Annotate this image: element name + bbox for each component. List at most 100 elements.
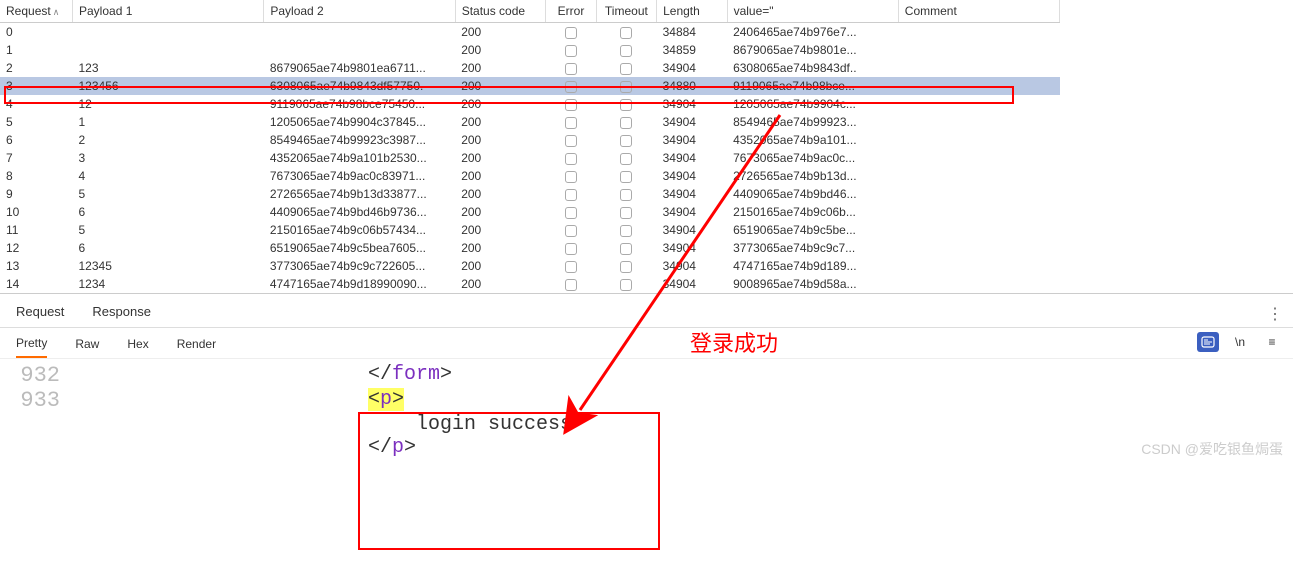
table-body: 0200348842406465ae74b976e7...12003485986… [0,23,1060,294]
view-controls: \n ≡ [1197,332,1283,352]
checkbox-icon [565,189,577,201]
header-row: Request∧ Payload 1 Payload 2 Status code… [0,0,1060,23]
cell-length: 34904 [657,59,727,77]
checkbox-icon [565,171,577,183]
cell-error [546,149,596,167]
code-line-close-p: </p> [0,436,1293,459]
checkbox-icon [565,27,577,39]
cell-payload1: 4 [73,167,264,185]
cell-status: 200 [455,95,546,113]
cell-length: 34904 [657,95,727,113]
checkbox-icon [620,171,632,183]
cell-timeout [596,257,656,275]
tab-pretty[interactable]: Pretty [16,336,47,358]
cell-payload1: 1 [73,113,264,131]
table-row[interactable]: 21238679065ae74b9801ea6711...20034904630… [0,59,1060,77]
cell-comment [898,23,1059,42]
col-length[interactable]: Length [657,0,727,23]
cell-payload1: 2 [73,131,264,149]
cell-error [546,275,596,293]
table-row[interactable]: 847673065ae74b9ac0c83971...2003490427265… [0,167,1060,185]
cell-request: 11 [0,221,73,239]
newline-toggle[interactable]: \n [1229,332,1251,352]
table-row[interactable]: 1152150165ae74b9c06b57434...200349046519… [0,221,1060,239]
cell-status: 200 [455,131,546,149]
cell-payload2: 3773065ae74b9c9c722605... [264,257,455,275]
cell-length: 34904 [657,131,727,149]
cell-status: 200 [455,41,546,59]
table-row[interactable]: 31234566308065ae74b9843df57750.200348809… [0,77,1060,95]
cell-length: 34904 [657,239,727,257]
col-payload2[interactable]: Payload 2 [264,0,455,23]
cell-timeout [596,203,656,221]
cell-comment [898,95,1059,113]
col-error[interactable]: Error [546,0,596,23]
cell-timeout [596,239,656,257]
col-value[interactable]: value=" [727,0,898,23]
cell-comment [898,221,1059,239]
cell-value: 3773065ae74b9c9c7... [727,239,898,257]
table-row[interactable]: 4129119065ae74b98bce75450...200349041205… [0,95,1060,113]
cell-payload1: 6 [73,203,264,221]
code-line-content: login success [0,413,1293,436]
lower-panel: Request Response ⋮ Pretty Raw Hex Render… [0,294,1293,463]
cell-value: 6308065ae74b9843df.. [727,59,898,77]
cell-comment [898,59,1059,77]
cell-error [546,131,596,149]
table-row[interactable]: 1064409065ae74b9bd46b9736...200349042150… [0,203,1060,221]
tab-hex[interactable]: Hex [127,337,148,357]
cell-payload2: 4409065ae74b9bd46b9736... [264,203,455,221]
cell-error [546,167,596,185]
view-mode-icon[interactable] [1197,332,1219,352]
cell-comment [898,149,1059,167]
cell-length: 34904 [657,221,727,239]
table-row[interactable]: 734352065ae74b9a101b2530...2003490476730… [0,149,1060,167]
table-row[interactable]: 0200348842406465ae74b976e7... [0,23,1060,42]
tab-raw[interactable]: Raw [75,337,99,357]
table-row[interactable]: 1200348598679065ae74b9801e... [0,41,1060,59]
code-content: </p> [368,436,416,459]
cell-payload1: 6 [73,239,264,257]
cell-comment [898,113,1059,131]
code-content: </form> [368,363,452,386]
table-row[interactable]: 13123453773065ae74b9c9c722605...20034904… [0,257,1060,275]
cell-request: 8 [0,167,73,185]
cell-length: 34904 [657,203,727,221]
table-row[interactable]: 1412344747165ae74b9d18990090...200349049… [0,275,1060,293]
cell-timeout [596,77,656,95]
checkbox-icon [620,279,632,291]
cell-status: 200 [455,239,546,257]
col-comment[interactable]: Comment [898,0,1059,23]
response-code-view[interactable]: 932 </form> 933 <p> login success </p> [0,359,1293,463]
table-row[interactable]: 511205065ae74b9904c37845...2003490485494… [0,113,1060,131]
sub-tabs: Pretty Raw Hex Render \n ≡ [0,328,1293,359]
cell-length: 34904 [657,257,727,275]
col-status[interactable]: Status code [455,0,546,23]
col-timeout[interactable]: Timeout [596,0,656,23]
tab-request[interactable]: Request [16,304,64,327]
code-content: <p> [368,388,404,411]
col-payload1[interactable]: Payload 1 [73,0,264,23]
cell-request: 5 [0,113,73,131]
cell-status: 200 [455,275,546,293]
checkbox-icon [565,243,577,255]
cell-timeout [596,221,656,239]
cell-value: 6519065ae74b9c5be... [727,221,898,239]
cell-timeout [596,23,656,42]
checkbox-icon [565,225,577,237]
hamburger-icon[interactable]: ≡ [1261,332,1283,352]
table-row[interactable]: 628549465ae74b99923c3987...2003490443520… [0,131,1060,149]
tab-response[interactable]: Response [92,304,151,327]
code-text: login success [368,413,572,436]
col-request[interactable]: Request∧ [0,0,73,23]
cell-request: 7 [0,149,73,167]
cell-payload2: 4747165ae74b9d18990090... [264,275,455,293]
table-row[interactable]: 952726565ae74b9b13d33877...2003490444090… [0,185,1060,203]
cell-request: 4 [0,95,73,113]
cell-timeout [596,275,656,293]
cell-error [546,95,596,113]
tab-render[interactable]: Render [177,337,216,357]
table-row[interactable]: 1266519065ae74b9c5bea7605...200349043773… [0,239,1060,257]
cell-length: 34904 [657,149,727,167]
more-menu-icon[interactable]: ⋮ [1267,304,1283,324]
